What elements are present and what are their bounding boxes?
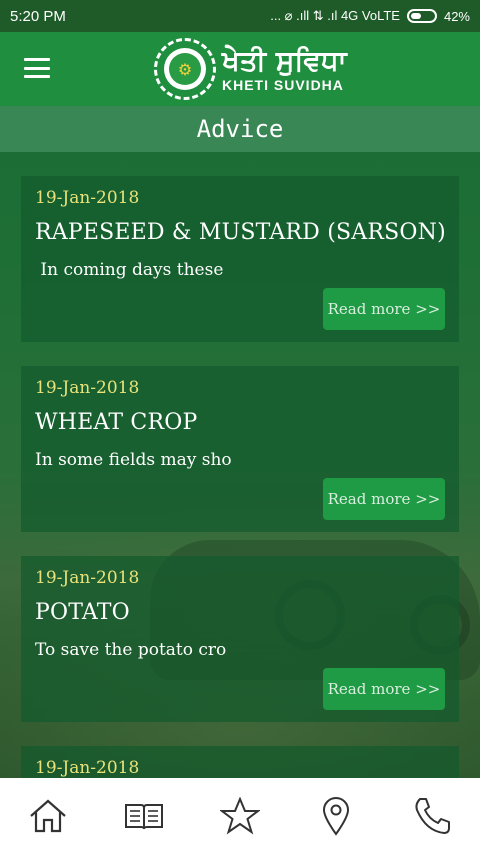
nav-favorites[interactable] xyxy=(210,786,270,846)
card-date: 19-Jan-2018 xyxy=(35,378,140,398)
status-indicators: ... ⌀ .ıll ⇅ .ıl 4G VoLTE 42% xyxy=(270,8,470,24)
nav-location[interactable] xyxy=(306,786,366,846)
phone-icon xyxy=(415,798,450,834)
card-title: RAPESEED & MUSTARD (SARSON) xyxy=(35,220,446,245)
location-pin-icon xyxy=(322,797,350,836)
advice-card[interactable]: 19-Jan-2018 RAPESEED & MUSTARD (SARSON) … xyxy=(21,176,459,342)
card-date: 19-Jan-2018 xyxy=(35,758,140,778)
card-excerpt: In coming days these xyxy=(35,260,224,280)
card-date: 19-Jan-2018 xyxy=(35,568,140,588)
star-icon xyxy=(220,797,260,835)
logo-emblem-icon: ⚙ xyxy=(154,38,216,100)
hamburger-menu-icon[interactable] xyxy=(24,58,50,78)
status-time: 5:20 PM xyxy=(10,7,66,25)
battery-percent: 42% xyxy=(443,8,470,24)
card-excerpt: To save the potato cro xyxy=(35,640,227,660)
bottom-navigation xyxy=(0,778,480,854)
nav-book[interactable] xyxy=(114,786,174,846)
home-icon xyxy=(30,799,66,833)
app-bar: ⚙ ਖੇਤੀ ਸੁਵਿਧਾ KHETI SUVIDHA xyxy=(0,32,480,106)
nav-home[interactable] xyxy=(18,786,78,846)
advice-card[interactable]: 19-Jan-2018 POTATO To save the potato cr… xyxy=(21,556,459,722)
advice-card[interactable]: 19-Jan-2018 WHEAT CROP In some fields ma… xyxy=(21,366,459,532)
page-title: Advice xyxy=(196,115,284,143)
page-title-band: Advice xyxy=(0,106,480,152)
card-title: POTATO xyxy=(35,600,130,625)
book-icon xyxy=(125,804,163,830)
read-more-button[interactable]: Read more >> xyxy=(323,478,445,520)
read-more-button[interactable]: Read more >> xyxy=(323,288,445,330)
status-bar: 5:20 PM ... ⌀ .ıll ⇅ .ıl 4G VoLTE 42% xyxy=(0,0,480,32)
card-excerpt: In some fields may sho xyxy=(35,450,232,470)
logo-subtitle: KHETI SUVIDHA xyxy=(222,77,344,93)
card-date: 19-Jan-2018 xyxy=(35,188,140,208)
logo-title: ਖੇਤੀ ਸੁਵਿਧਾ xyxy=(222,44,347,77)
read-more-button[interactable]: Read more >> xyxy=(323,668,445,710)
app-logo: ⚙ ਖੇਤੀ ਸੁਵਿਧਾ KHETI SUVIDHA xyxy=(154,38,347,100)
nav-call[interactable] xyxy=(402,786,462,846)
card-title: WHEAT CROP xyxy=(35,410,198,435)
signal-indicators: ... ⌀ .ıll ⇅ .ıl 4G VoLTE xyxy=(270,8,400,23)
battery-icon xyxy=(406,9,437,23)
